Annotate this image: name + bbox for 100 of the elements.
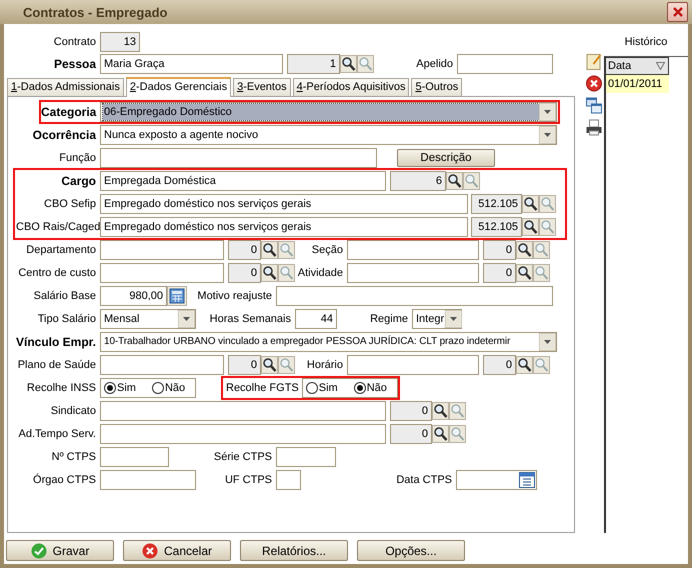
code-field[interactable]: 512.105 [471,194,522,214]
field-label: Atividade [296,267,343,279]
text-field[interactable] [100,470,196,490]
field-label: Motivo reajuste [196,290,272,302]
text-field[interactable] [100,424,386,444]
tab[interactable]: 1-Dados Admissionais [7,78,124,96]
sort-icon [656,62,665,70]
search-icon[interactable] [261,355,278,375]
action-button[interactable]: Relatórios... [240,540,348,561]
occurrence-dropdown[interactable]: Nunca exposto a agente nocivo [100,125,557,145]
field-label: Regime [369,313,408,325]
salary-field[interactable]: 980,00 [100,286,167,306]
search-icon[interactable] [516,240,533,260]
text-field[interactable]: Empregado doméstico nos serviços gerais [100,217,468,237]
text-field[interactable] [276,447,336,467]
text-field[interactable]: Empregada Doméstica [100,171,386,191]
search-icon[interactable] [522,194,539,214]
field-label: Órgao CTPS [32,474,96,486]
code-field[interactable]: 0 [483,240,516,260]
contract-number-field[interactable]: 13 [100,32,140,52]
calculator-icon[interactable] [167,286,187,306]
code-field[interactable]: 1 [287,54,340,74]
field-label: UF CTPS [224,474,272,486]
text-field[interactable] [276,470,301,490]
employment-link-dropdown[interactable]: 10-Trabalhador URBANO vinculado a empregador PESSOA JURÍDICA: CLT prazo indetermir [100,332,557,352]
description-button[interactable]: Descrição [397,149,495,167]
dropdown-arrow-icon [539,103,556,121]
code-field[interactable]: 0 [390,401,432,421]
text-field[interactable] [100,401,386,421]
date-field[interactable] [456,470,537,490]
action-button[interactable]: Cancelar [123,540,231,561]
code-field[interactable]: 0 [390,424,432,444]
text-field[interactable] [100,447,169,467]
code-field[interactable]: 0 [228,263,261,283]
search-icon[interactable] [432,401,449,421]
code-field[interactable]: 0 [228,240,261,260]
windows-icon[interactable] [585,96,603,115]
calendar-icon[interactable] [519,472,535,488]
action-button[interactable]: Gravar [6,540,114,561]
code-field[interactable]: 6 [390,171,446,191]
field-label: Série CTPS [212,451,272,463]
field-label: Horas Semanais [208,313,291,325]
tab[interactable]: 3-Eventos [233,78,291,96]
field-label: Horário [306,359,343,371]
field-label: Ocorrência [32,128,96,142]
tab[interactable]: 5-Outros [411,78,462,96]
code-field[interactable]: 0 [228,355,261,375]
code-field[interactable]: 512.105 [471,217,522,237]
text-field[interactable] [347,240,479,260]
close-button[interactable] [667,2,688,22]
check-icon [30,542,47,558]
dropdown-arrow-icon [539,126,556,144]
text-field[interactable]: Empregado doméstico nos serviços gerais [100,194,468,214]
dropdown-arrow-icon [539,333,556,351]
action-button[interactable]: Opções... [357,540,465,561]
field-label: Salário Base [32,290,96,302]
printer-icon[interactable] [585,118,603,137]
field-label: Cargo [60,174,96,188]
text-field[interactable] [276,286,553,306]
search-icon[interactable] [261,263,278,283]
search-icon[interactable] [516,355,533,375]
column-header[interactable]: Data [606,57,669,75]
code-field[interactable]: 0 [483,263,516,283]
salary-type-dropdown[interactable]: Mensal [100,309,196,329]
field-label: CBO Sefip [43,198,96,210]
text-field[interactable] [100,355,224,375]
delete-icon[interactable] [585,74,603,93]
field-label: Recolhe INSS [26,382,96,394]
tab[interactable]: 4-Períodos Aquisitivos [292,78,410,96]
history-row[interactable]: 01/01/2011 [606,75,669,93]
field-label: Seção [310,244,343,256]
dropdown-arrow-icon [445,310,462,328]
function-field[interactable] [100,148,377,168]
text-field[interactable] [347,263,479,283]
search-icon[interactable] [261,240,278,260]
search-icon[interactable] [516,263,533,283]
tab[interactable]: 2-Dados Gerenciais [126,77,232,97]
search-icon[interactable] [340,54,357,74]
regime-dropdown[interactable]: Integr [412,309,462,329]
field-label: Função [58,152,96,164]
search-icon[interactable] [522,217,539,237]
weekly-hours-field[interactable]: 44 [295,309,337,329]
dropdown-arrow-icon [178,310,195,328]
text-field[interactable] [100,240,224,260]
search-icon[interactable] [432,424,449,444]
field-label: Pessoa [52,57,96,71]
radio-option[interactable]: Sim [306,382,338,394]
text-field[interactable] [100,263,224,283]
field-label: Apelido [415,58,453,70]
search-icon[interactable] [446,171,463,191]
radio-option[interactable]: Não [354,382,387,394]
category-dropdown[interactable]: 06-Empregado Doméstico [100,102,557,122]
field-label: Sindicato [50,405,96,417]
nickname-field[interactable] [457,54,553,74]
person-name-field[interactable]: Maria Graça [100,54,283,74]
radio-option[interactable]: Sim [104,382,136,394]
text-field[interactable] [347,355,479,375]
code-field[interactable]: 0 [483,355,516,375]
field-label: Tipo Salário [36,313,96,325]
radio-option[interactable]: Não [152,382,186,394]
